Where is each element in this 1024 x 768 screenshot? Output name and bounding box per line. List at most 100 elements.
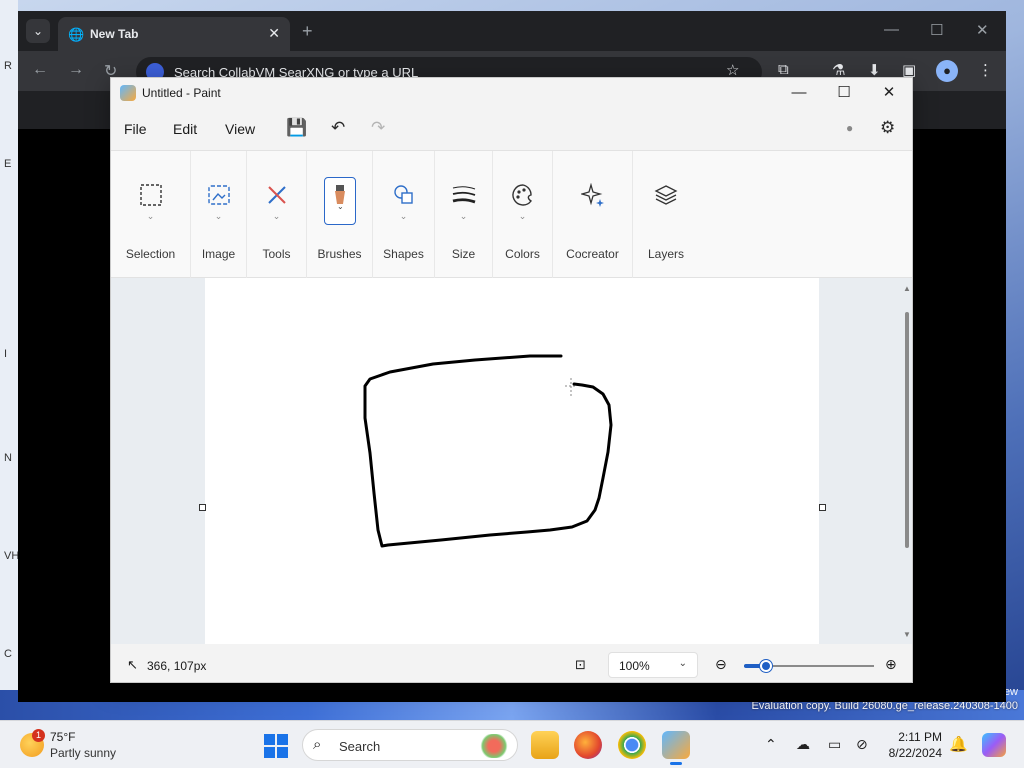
selection-icon [135, 179, 167, 211]
desktop-icon-label[interactable]: E [4, 158, 11, 170]
tab-title: New Tab [90, 27, 139, 41]
zoom-select[interactable]: 100% ⌄ [608, 652, 698, 678]
tab-new-tab[interactable]: 🌐 New Tab ✕ [58, 17, 290, 51]
desktop-icons-strip: R E I N VH C [0, 0, 19, 720]
minimize-button[interactable]: — [884, 21, 899, 38]
scrollbar-thumb[interactable] [905, 312, 909, 548]
ribbon-group-selection[interactable]: ⌄ Selection [111, 151, 191, 279]
windows-logo-tile [277, 734, 288, 745]
close-button[interactable]: ✕ [867, 82, 911, 104]
ribbon-label: Cocreator [566, 247, 619, 261]
fit-to-window-icon[interactable]: ⊡ [575, 657, 586, 673]
chevron-down-icon: ⌄ [214, 211, 223, 221]
ribbon-group-brushes[interactable]: ⌄ Brushes [307, 151, 373, 279]
maximize-button[interactable]: ☐ [930, 21, 943, 39]
tab-search-dropdown[interactable]: ⌄ [26, 19, 50, 43]
clock-date[interactable]: 8/22/2024 [880, 746, 942, 760]
ribbon-group-image[interactable]: ⌄ Image [191, 151, 247, 279]
zoom-out-icon[interactable]: ⊖ [715, 656, 727, 673]
weather-temperature[interactable]: 75°F [50, 730, 75, 744]
ribbon-group-shapes[interactable]: ⌄ Shapes [373, 151, 435, 279]
back-button[interactable]: ← [32, 61, 48, 79]
network-volume-icon[interactable]: ⊘ [856, 736, 868, 753]
menu-kebab-icon[interactable]: ⋮ [978, 61, 993, 79]
display-icon[interactable]: ▭ [828, 736, 841, 753]
menu-file[interactable]: File [124, 121, 147, 137]
drawing-canvas[interactable] [205, 278, 819, 644]
brushes-icon: ⌄ [323, 177, 356, 225]
copilot-icon[interactable] [982, 733, 1006, 757]
maximize-button[interactable]: ☐ [822, 82, 866, 104]
close-button[interactable]: ✕ [976, 21, 989, 39]
cursor-position: 366, 107px [147, 659, 207, 673]
account-icon[interactable]: ● [846, 121, 853, 135]
onedrive-offline-icon[interactable]: ☁ [796, 736, 810, 753]
paint-ribbon: ⌄ Selection ⌄ Image ⌄ Tools ⌄ Brushes ⌄ … [111, 150, 912, 279]
ribbon-group-cocreator[interactable]: Cocreator [553, 151, 633, 279]
paint-title-bar: Untitled - Paint — ☐ ✕ [111, 78, 912, 108]
desktop-icon-label[interactable]: N [4, 452, 12, 464]
start-button[interactable] [264, 734, 288, 758]
gear-icon[interactable]: ⚙ [880, 118, 895, 138]
forward-button[interactable]: → [68, 61, 84, 79]
zoom-slider-thumb[interactable] [760, 660, 773, 672]
ribbon-label: Size [451, 247, 476, 261]
ribbon-group-tools[interactable]: ⌄ Tools [247, 151, 307, 279]
scroll-down-icon[interactable]: ▼ [903, 630, 911, 639]
desktop-icon-label[interactable]: I [4, 348, 7, 360]
chevron-down-icon: ⌄ [272, 211, 281, 221]
chrome-tab-bar: ⌄ 🌐 New Tab ✕ + — ☐ ✕ [18, 11, 1006, 51]
ribbon-label: Tools [262, 247, 291, 261]
cocreator-icon [577, 179, 609, 211]
freehand-drawing [363, 354, 613, 548]
new-tab-button[interactable]: + [302, 21, 313, 42]
zoom-slider[interactable] [744, 660, 874, 672]
notification-bell-icon[interactable]: 🔔 [949, 735, 968, 753]
desktop-icon-label[interactable]: VH [4, 550, 19, 562]
ribbon-label: Brushes [317, 247, 362, 261]
ribbon-label: Image [201, 247, 236, 261]
canvas-resize-handle-left[interactable] [199, 504, 206, 511]
scroll-up-icon[interactable]: ▲ [903, 284, 911, 293]
menu-view[interactable]: View [225, 121, 255, 137]
paint-taskbar-icon[interactable] [662, 731, 690, 765]
chrome-icon[interactable] [618, 731, 646, 759]
close-icon[interactable]: ✕ [268, 25, 280, 42]
ribbon-group-colors[interactable]: ⌄ Colors [493, 151, 553, 279]
taskbar-search[interactable]: ⌕ Search [302, 729, 518, 761]
save-icon[interactable]: 💾 [286, 118, 307, 138]
windows-logo-tile [264, 747, 275, 758]
chevron-down-icon: ⌄ [146, 211, 155, 221]
chevron-down-icon: ⌄ [459, 211, 468, 221]
firefox-icon[interactable] [574, 731, 602, 759]
ribbon-label: Shapes [383, 247, 424, 261]
desktop-icon-label[interactable]: R [4, 60, 12, 72]
paint-menu-bar: File Edit View 💾 ↶ ↷ ● ⚙ [111, 112, 912, 144]
vertical-scrollbar[interactable]: ▲ ▼ [903, 284, 911, 640]
colors-icon [507, 179, 539, 211]
svg-text:⌄: ⌄ [337, 202, 344, 210]
redo-icon[interactable]: ↷ [371, 118, 385, 138]
zoom-value: 100% [619, 659, 650, 673]
profile-avatar[interactable]: ● [936, 60, 958, 82]
ribbon-group-size[interactable]: ⌄ Size [435, 151, 493, 279]
minimize-button[interactable]: — [777, 82, 821, 104]
menu-edit[interactable]: Edit [173, 121, 197, 137]
file-explorer-icon[interactable] [531, 731, 559, 759]
paint-window-title: Untitled - Paint [142, 86, 221, 100]
ribbon-label: Colors [505, 247, 540, 261]
canvas-resize-handle-right[interactable] [819, 504, 826, 511]
ribbon-group-layers[interactable]: Layers [633, 151, 699, 279]
windows-logo-tile [277, 747, 288, 758]
clock-time[interactable]: 2:11 PM [886, 730, 942, 744]
cursor-pointer-icon: ↖ [127, 657, 138, 672]
extensions-icon[interactable]: ⧉ [778, 61, 789, 78]
search-icon: ⌕ [313, 736, 322, 753]
undo-icon[interactable]: ↶ [331, 118, 345, 138]
weather-description[interactable]: Partly sunny [50, 746, 116, 760]
chevron-up-icon[interactable]: ⌃ [765, 736, 777, 753]
desktop-icon-label[interactable]: C [4, 648, 12, 660]
canvas-workspace: ▲ ▼ [111, 278, 912, 644]
zoom-in-icon[interactable]: ⊕ [885, 656, 897, 673]
image-icon [203, 179, 235, 211]
